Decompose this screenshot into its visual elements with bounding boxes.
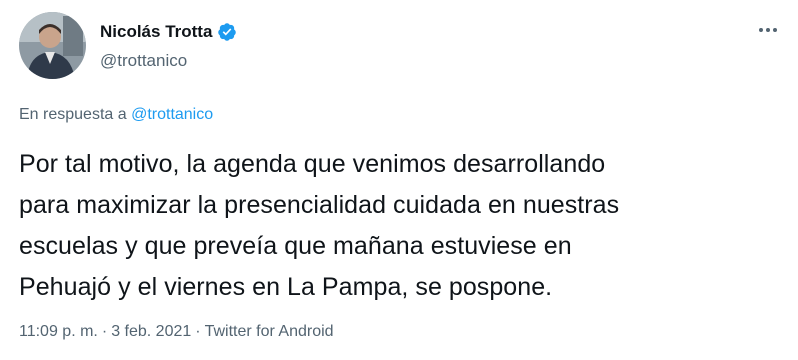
tweet-metadata: 11:09 p. m. · 3 feb. 2021 · Twitter for … [19, 323, 334, 341]
avatar-photo [19, 12, 86, 79]
more-dot [773, 28, 777, 32]
more-dot [766, 28, 770, 32]
tweet-time[interactable]: 11:09 p. m. [19, 323, 98, 341]
reply-prefix: En respuesta a [19, 106, 127, 123]
more-options-icon[interactable] [754, 20, 782, 40]
tweet-card: Nicolás Trotta @trottanico En respuesta … [0, 0, 798, 360]
author-display-name[interactable]: Nicolás Trotta [100, 22, 212, 42]
meta-separator: · [195, 323, 201, 340]
verified-badge-icon [217, 22, 237, 42]
author-name-row: Nicolás Trotta [100, 22, 237, 42]
avatar[interactable] [19, 12, 86, 79]
tweet-text: Por tal motivo, la agenda que venimos de… [19, 150, 620, 301]
reply-context: En respuesta a @trottanico [19, 106, 213, 124]
author-handle[interactable]: @trottanico [100, 51, 187, 71]
more-dot [759, 28, 763, 32]
tweet-source[interactable]: Twitter for Android [205, 323, 334, 341]
meta-separator: · [101, 323, 108, 340]
reply-mention-link[interactable]: @trottanico [131, 106, 213, 123]
tweet-date[interactable]: 3 feb. 2021 [111, 323, 191, 341]
